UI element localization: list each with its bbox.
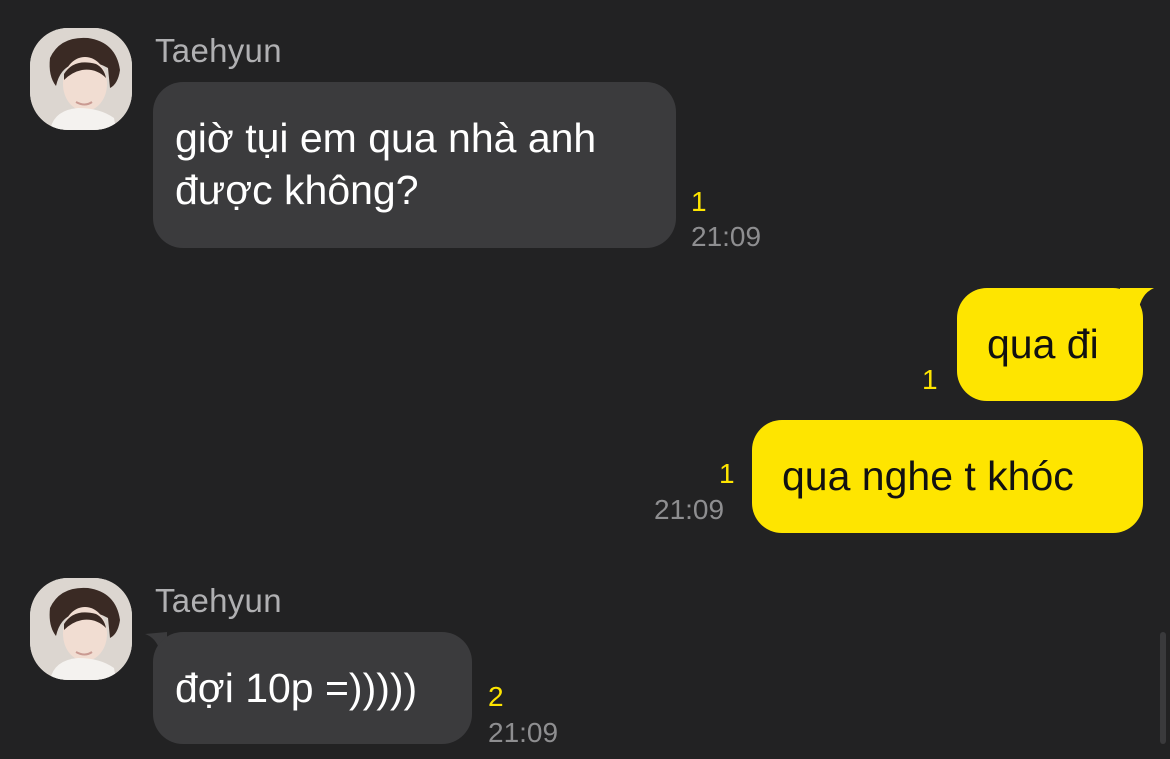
- unread-count: 2: [488, 681, 504, 712]
- message-text: qua đi: [987, 321, 1099, 367]
- avatar[interactable]: [30, 578, 132, 680]
- message-bubble[interactable]: qua đi: [957, 288, 1143, 401]
- unread-count: 1: [719, 458, 735, 489]
- message-time: 21:09: [488, 717, 559, 748]
- scrollbar[interactable]: [1160, 632, 1166, 744]
- message-bubble[interactable]: đợi 10p =))))): [153, 632, 472, 744]
- message-bubble[interactable]: qua nghe t khóc: [752, 420, 1143, 533]
- message-time: 21:09: [654, 494, 725, 525]
- profile-photo-icon: [30, 578, 132, 680]
- unread-count: 1: [691, 186, 707, 217]
- unread-count: 1: [922, 364, 938, 395]
- chat-room: Taehyun giờ tụi em qua nhà anh được khôn…: [0, 0, 1170, 759]
- message-text-line: giờ tụi em qua nhà anh: [175, 115, 597, 161]
- sender-name: Taehyun: [155, 32, 282, 69]
- message-text-line: được không?: [175, 167, 419, 213]
- message-text: đợi 10p =))))): [175, 665, 418, 711]
- sender-name: Taehyun: [155, 582, 282, 619]
- avatar[interactable]: [30, 28, 132, 130]
- message-time: 21:09: [691, 221, 762, 252]
- message-bubble[interactable]: giờ tụi em qua nhà anh được không?: [153, 82, 676, 248]
- message-text: qua nghe t khóc: [782, 453, 1074, 499]
- profile-photo-icon: [30, 28, 132, 130]
